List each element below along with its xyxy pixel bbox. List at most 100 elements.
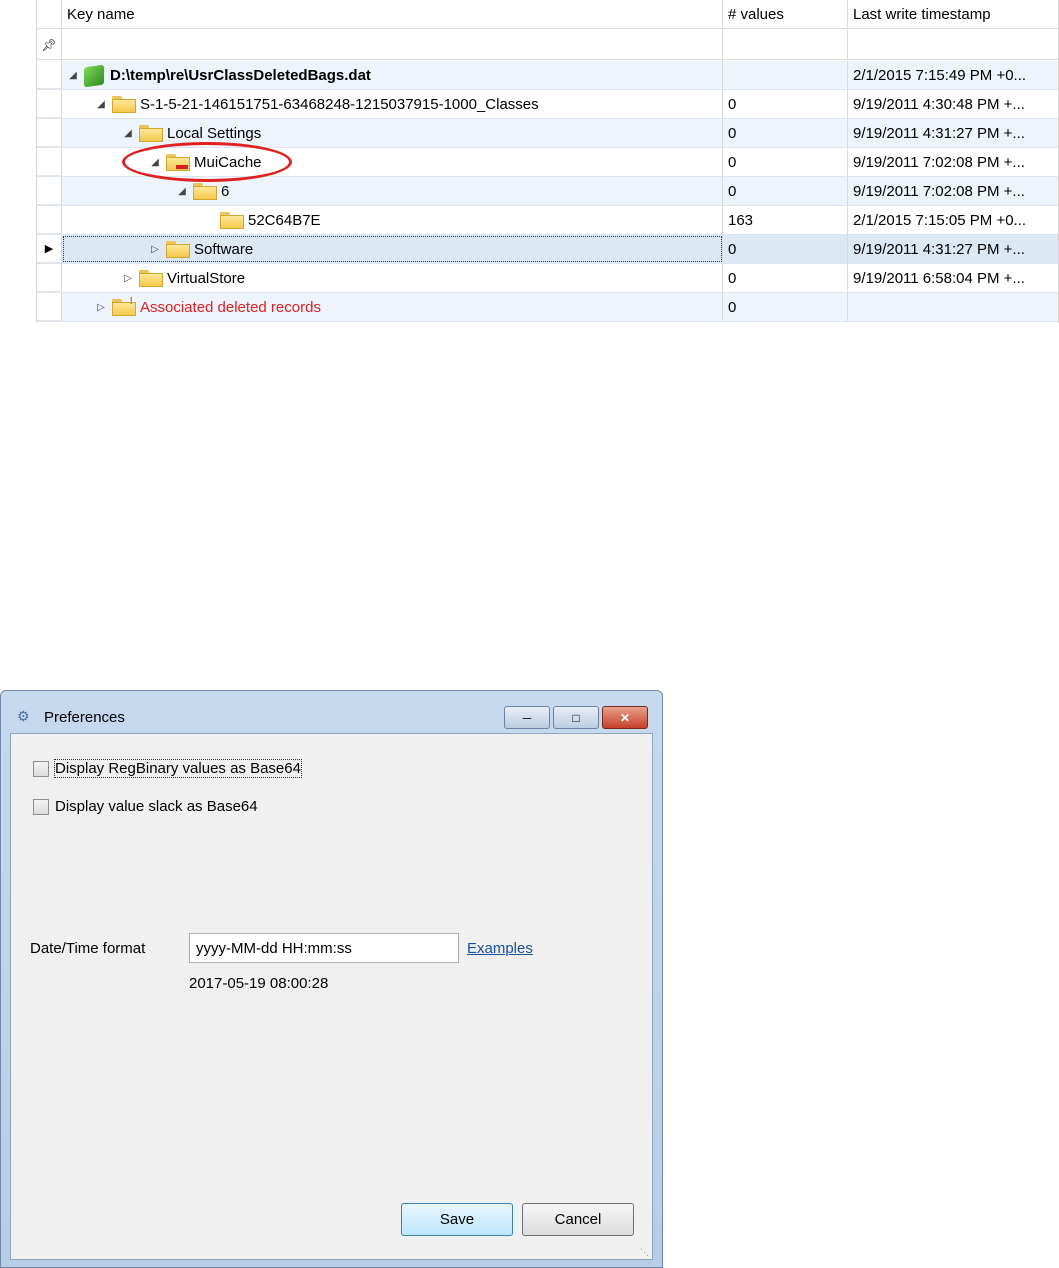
tree-item: ▷ Software (148, 235, 253, 263)
timestamp-cell: 9/19/2011 7:02:08 PM +... (853, 183, 1025, 200)
values-cell: 0 (723, 235, 848, 263)
timestamp-cell (848, 293, 1058, 321)
maximize-icon: □ (572, 710, 580, 725)
maximize-button[interactable]: □ (553, 706, 599, 729)
key-name-cell: ◢ Local Settings (62, 119, 723, 147)
dialog-title: Preferences (44, 709, 125, 726)
collapsed-arrow-icon[interactable]: ▷ (148, 235, 162, 263)
tree-item: ▷ Associated deleted records (94, 293, 321, 321)
regbinary-base64-checkbox[interactable] (33, 760, 49, 777)
folder-icon (166, 241, 190, 258)
folder-icon (112, 96, 136, 113)
tree-item: 52C64B7E (216, 206, 321, 234)
folder-icon (220, 212, 244, 229)
row-selector[interactable] (37, 177, 62, 205)
collapsed-arrow-icon[interactable]: ▷ (94, 293, 108, 321)
close-button[interactable]: ✕ (602, 706, 648, 729)
checkbox-label[interactable]: Display value slack as Base64 (55, 798, 258, 815)
key-name-cell: ▷ Associated deleted records (62, 293, 723, 321)
filter-values[interactable] (723, 30, 848, 59)
column-header-timestamp[interactable]: Last write timestamp (848, 0, 1058, 28)
cancel-button[interactable]: Cancel (522, 1203, 634, 1236)
values-cell: 0 (723, 148, 848, 176)
tree-item-label: 52C64B7E (248, 212, 321, 229)
folder-icon (139, 125, 163, 142)
table-row-selected[interactable]: ▶ ▷ Software 0 9/19/2011 4:31:27 PM +... (37, 235, 1058, 264)
tree-item-label: Software (194, 241, 254, 258)
timestamp-cell: 9/19/2011 4:31:27 PM +... (853, 241, 1025, 258)
row-selector[interactable] (37, 61, 62, 89)
tree-item: ◢ D:\temp\re\UsrClassDeletedBags.dat (66, 61, 371, 89)
timestamp-cell: 2/1/2015 7:15:05 PM +0... (853, 212, 1027, 229)
key-name-cell: ◢ D:\temp\re\UsrClassDeletedBags.dat (62, 61, 723, 89)
pin-icon: 📌︎ (37, 30, 62, 59)
filter-key-name[interactable] (62, 30, 723, 59)
column-header-values[interactable]: # values (723, 0, 848, 28)
minimize-icon: ─ (522, 710, 532, 725)
table-row[interactable]: ◢ S-1-5-21-146151751-63468248-1215037915… (37, 90, 1058, 119)
table-row[interactable]: 52C64B7E 163 2/1/2015 7:15:05 PM +0... (37, 206, 1058, 235)
warning-folder-icon (112, 293, 136, 316)
tree-item-label: VirtualStore (167, 270, 246, 287)
title-bar[interactable]: ⚙ Preferences ─ □ ✕ (1, 691, 662, 733)
current-row-indicator-icon[interactable]: ▶ (37, 235, 62, 263)
minimize-button[interactable]: ─ (504, 706, 550, 729)
column-header-key-name[interactable]: Key name (62, 0, 723, 28)
values-cell: 163 (723, 206, 848, 234)
expanded-arrow-icon[interactable]: ◢ (66, 61, 80, 89)
values-cell: 0 (723, 119, 848, 147)
collapsed-arrow-icon[interactable]: ▷ (121, 264, 135, 292)
expanded-arrow-icon[interactable]: ◢ (94, 90, 108, 118)
filter-row: 📌︎ (37, 30, 1058, 60)
key-name-cell: ▷ VirtualStore (62, 264, 723, 292)
dialog-content: Display RegBinary values as Base64 Displ… (10, 733, 653, 1260)
table-row[interactable]: ▷ VirtualStore 0 9/19/2011 6:58:04 PM +.… (37, 264, 1058, 293)
filter-timestamp[interactable] (848, 30, 1058, 59)
tree-item-label: D:\temp\re\UsrClassDeletedBags.dat (110, 67, 371, 84)
table-row[interactable]: ▷ Associated deleted records 0 (37, 293, 1058, 322)
key-name-cell: ▷ Software (62, 235, 723, 263)
values-cell: 0 (723, 90, 848, 118)
datetime-format-input[interactable] (189, 933, 459, 963)
values-cell: 0 (723, 293, 848, 321)
key-name-cell: ◢ S-1-5-21-146151751-63468248-1215037915… (62, 90, 723, 118)
grid-header: Key name # values Last write timestamp (37, 0, 1058, 29)
save-button[interactable]: Save (401, 1203, 513, 1236)
datetime-format-label: Date/Time format (30, 940, 146, 957)
row-selector[interactable] (37, 90, 62, 118)
preferences-dialog: ⚙ Preferences ─ □ ✕ Display RegBinary va… (0, 690, 663, 1268)
table-row[interactable]: ◢ D:\temp\re\UsrClassDeletedBags.dat 2/1… (37, 61, 1058, 90)
timestamp-cell: 9/19/2011 4:31:27 PM +... (853, 125, 1025, 142)
gears-icon: ⚙ (17, 708, 30, 724)
value-slack-base64-option[interactable]: Display value slack as Base64 (33, 798, 258, 815)
row-selector[interactable] (37, 148, 62, 176)
row-selector[interactable] (37, 206, 62, 234)
row-selector[interactable] (37, 264, 62, 292)
expanded-arrow-icon[interactable]: ◢ (121, 119, 135, 147)
folder-icon (193, 183, 217, 200)
hive-icon (84, 64, 104, 87)
checkbox-label[interactable]: Display RegBinary values as Base64 (54, 759, 302, 778)
values-cell (723, 61, 848, 89)
values-cell: 0 (723, 177, 848, 205)
tree-item-label: S-1-5-21-146151751-63468248-1215037915-1… (140, 96, 539, 113)
tree-item: ◢ S-1-5-21-146151751-63468248-1215037915… (94, 90, 539, 118)
key-name-cell: ◢ 6 (62, 177, 723, 205)
regbinary-base64-option[interactable]: Display RegBinary values as Base64 (33, 759, 302, 778)
close-icon: ✕ (619, 710, 631, 725)
row-selector[interactable] (37, 119, 62, 147)
timestamp-cell: 9/19/2011 7:02:08 PM +... (853, 154, 1025, 171)
resize-grip-icon[interactable]: ⋱ (640, 1247, 650, 1257)
folder-icon (139, 270, 163, 287)
timestamp-cell: 9/19/2011 6:58:04 PM +... (853, 270, 1025, 287)
tree-item: ▷ VirtualStore (121, 264, 245, 292)
row-selector[interactable] (37, 293, 62, 321)
highlight-circle (122, 142, 292, 182)
timestamp-cell: 9/19/2011 4:30:48 PM +... (853, 96, 1025, 113)
key-name-cell: 52C64B7E (62, 206, 723, 234)
tree-item-label: Associated deleted records (140, 299, 321, 316)
examples-link[interactable]: Examples (467, 940, 533, 957)
row-selector-header (37, 0, 62, 28)
datetime-preview: 2017-05-19 08:00:28 (189, 975, 329, 992)
value-slack-base64-checkbox[interactable] (33, 798, 49, 815)
